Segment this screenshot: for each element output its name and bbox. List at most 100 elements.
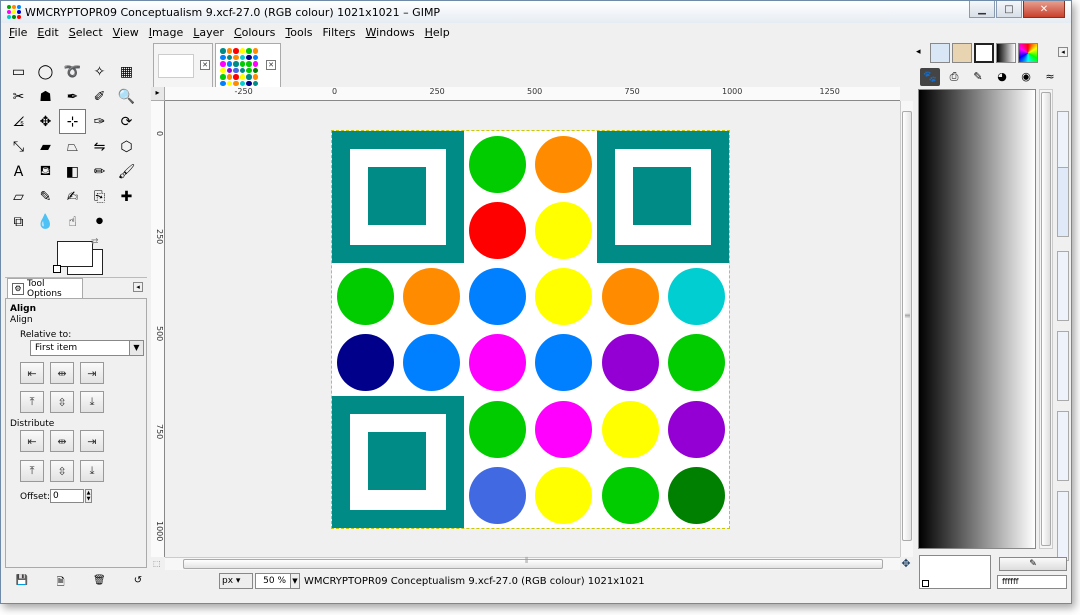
align-left-edge-button[interactable]: ⇤ (20, 362, 44, 384)
ellipse-select-tool-icon[interactable]: ◯ (32, 59, 59, 84)
ink-tool-icon[interactable]: ✍ (59, 184, 86, 209)
menu-item[interactable]: Tools (285, 26, 312, 39)
eraser-tool-icon[interactable]: ▱ (5, 184, 32, 209)
distribute-left-button[interactable]: ⇤ (20, 430, 44, 452)
tab-gradients[interactable] (974, 43, 994, 63)
side-tab[interactable] (1057, 251, 1069, 321)
side-tab[interactable] (1057, 331, 1069, 401)
text-tool-icon[interactable]: A (5, 159, 32, 184)
delete-options-icon[interactable]: 🗑 (92, 575, 106, 589)
flip-tool-icon[interactable]: ⇋ (86, 134, 113, 159)
menu-item[interactable]: Edit (37, 26, 58, 39)
vertical-ruler[interactable]: 0 250 500 750 1000 (151, 101, 165, 557)
maximize-button[interactable]: □ (996, 1, 1022, 18)
scissors-tool-icon[interactable]: ✂ (5, 84, 32, 109)
blend-tool-icon[interactable]: ◧ (59, 159, 86, 184)
gradient-preview[interactable] (918, 89, 1036, 549)
scrollbar-thumb[interactable] (1041, 92, 1051, 546)
dock-menu-icon[interactable]: ◂ (1058, 47, 1068, 57)
dock-menu-icon[interactable]: ◂ (133, 282, 143, 292)
align-right-edge-button[interactable]: ⇥ (80, 362, 104, 384)
swap-colors-icon[interactable]: ⇄ (91, 237, 99, 247)
menu-arrow-icon[interactable]: ▸ (151, 87, 165, 101)
menu-item[interactable]: Colours (234, 26, 275, 39)
fuzzy-select-tool-icon[interactable]: ✧ (86, 59, 113, 84)
tab-brushes[interactable] (930, 43, 950, 63)
align-tool-icon[interactable]: ⊹ (59, 109, 86, 134)
distribute-v-center-button[interactable]: ⇳ (50, 460, 74, 482)
move-tool-icon[interactable]: ✥ (32, 109, 59, 134)
distribute-top-button[interactable]: ⤒ (20, 460, 44, 482)
align-v-center-button[interactable]: ⇳ (50, 391, 74, 413)
gimp-wilber-icon[interactable]: 🐾 (920, 68, 940, 86)
fg-bg-color-selector[interactable]: ⇄ (53, 237, 103, 275)
color-picker-tool-icon[interactable]: ✐ (86, 84, 113, 109)
image-canvas[interactable] (331, 130, 730, 529)
fg-bg-color-dock[interactable] (919, 555, 991, 589)
scrollbar-thumb[interactable] (902, 111, 912, 541)
rect-select-tool-icon[interactable]: ▭ (5, 59, 32, 84)
default-colors-icon[interactable] (922, 580, 929, 587)
color-select-tool-icon[interactable]: ▦ (113, 59, 140, 84)
tab-tool-options[interactable]: ⚙ Tool Options (7, 278, 83, 299)
cage-tool-icon[interactable]: ⬡ (113, 134, 140, 159)
chevron-left-icon[interactable]: ◂ (916, 47, 921, 57)
dodge-burn-tool-icon[interactable]: ⚫ (86, 209, 113, 234)
tab-palettes[interactable] (1018, 43, 1038, 63)
distribute-right-button[interactable]: ⇥ (80, 430, 104, 452)
menu-item[interactable]: Windows (366, 26, 415, 39)
bucket-fill-tool-icon[interactable]: ⛾ (32, 159, 59, 184)
menu-item[interactable]: Help (425, 26, 450, 39)
paths-tool-icon[interactable]: ✒ (59, 84, 86, 109)
menu-item[interactable]: Select (69, 26, 103, 39)
side-tab[interactable] (1057, 491, 1069, 561)
side-tab[interactable] (1057, 411, 1069, 481)
relative-to-select[interactable]: First item ▼ (30, 340, 144, 356)
zoom-tool-icon[interactable]: 🔍 (113, 84, 140, 109)
smudge-tool-icon[interactable]: ☝ (59, 209, 86, 234)
menu-item[interactable]: View (113, 26, 139, 39)
scale-tool-icon[interactable]: ⤡ (5, 134, 32, 159)
restore-options-icon[interactable]: 🗎 (54, 575, 68, 589)
water-icon[interactable]: ≈ (1040, 68, 1060, 86)
dock-scrollbar[interactable] (1039, 89, 1053, 549)
pencil-tool-icon[interactable]: ✏ (86, 159, 113, 184)
color-wheel-icon[interactable]: ◕ (992, 68, 1012, 86)
close-tab-icon[interactable]: ✕ (266, 60, 276, 70)
tab-conceptualism-image[interactable]: ✕ (215, 43, 281, 87)
shear-tool-icon[interactable]: ▰ (32, 134, 59, 159)
paintbrush-tool-icon[interactable]: 🖌 (113, 159, 140, 184)
navigate-icon[interactable]: ✥ (899, 557, 913, 571)
vertical-scrollbar[interactable]: ≡ (900, 101, 913, 557)
menu-item[interactable]: Layer (193, 26, 224, 39)
align-bottom-edge-button[interactable]: ⤓ (80, 391, 104, 413)
blur-tool-icon[interactable]: 💧 (32, 209, 59, 234)
tab-gradient-editor[interactable] (996, 43, 1016, 63)
canvas-viewport[interactable] (165, 101, 900, 557)
zoom-select[interactable]: 50 % (255, 573, 291, 589)
rotate-tool-icon[interactable]: ⟳ (113, 109, 140, 134)
scrollbar-thumb[interactable] (183, 559, 883, 569)
perspective-clone-tool-icon[interactable]: ⧉ (5, 209, 32, 234)
menu-item[interactable]: Filters (323, 26, 356, 39)
palette-icon[interactable]: ◉ (1016, 68, 1036, 86)
offset-spinner[interactable]: ▲ ▼ (85, 489, 92, 503)
quick-mask-icon[interactable]: ⬚ (153, 559, 163, 569)
horizontal-scrollbar[interactable]: ⦀ (165, 556, 900, 570)
align-top-edge-button[interactable]: ⤒ (20, 391, 44, 413)
measure-tool-icon[interactable]: ⦞ (5, 109, 32, 134)
crop-tool-icon[interactable]: ✑ (86, 109, 113, 134)
color-picker-button[interactable]: ✎ (999, 557, 1067, 571)
menu-item[interactable]: Image (149, 26, 183, 39)
printer-icon[interactable]: ⎙ (944, 68, 964, 86)
default-colors-icon[interactable] (53, 265, 61, 273)
hex-color-input[interactable]: ffffff (997, 575, 1067, 589)
side-tab[interactable] (1057, 167, 1069, 237)
chevron-down-icon[interactable]: ▼ (291, 573, 300, 589)
unit-select[interactable]: px ▾ (219, 573, 253, 589)
reset-options-icon[interactable]: ↺ (131, 575, 145, 589)
heal-tool-icon[interactable]: ✚ (113, 184, 140, 209)
free-select-tool-icon[interactable]: ➰ (59, 59, 86, 84)
close-tab-icon[interactable]: ✕ (200, 60, 210, 70)
menu-item[interactable]: File (9, 26, 27, 39)
